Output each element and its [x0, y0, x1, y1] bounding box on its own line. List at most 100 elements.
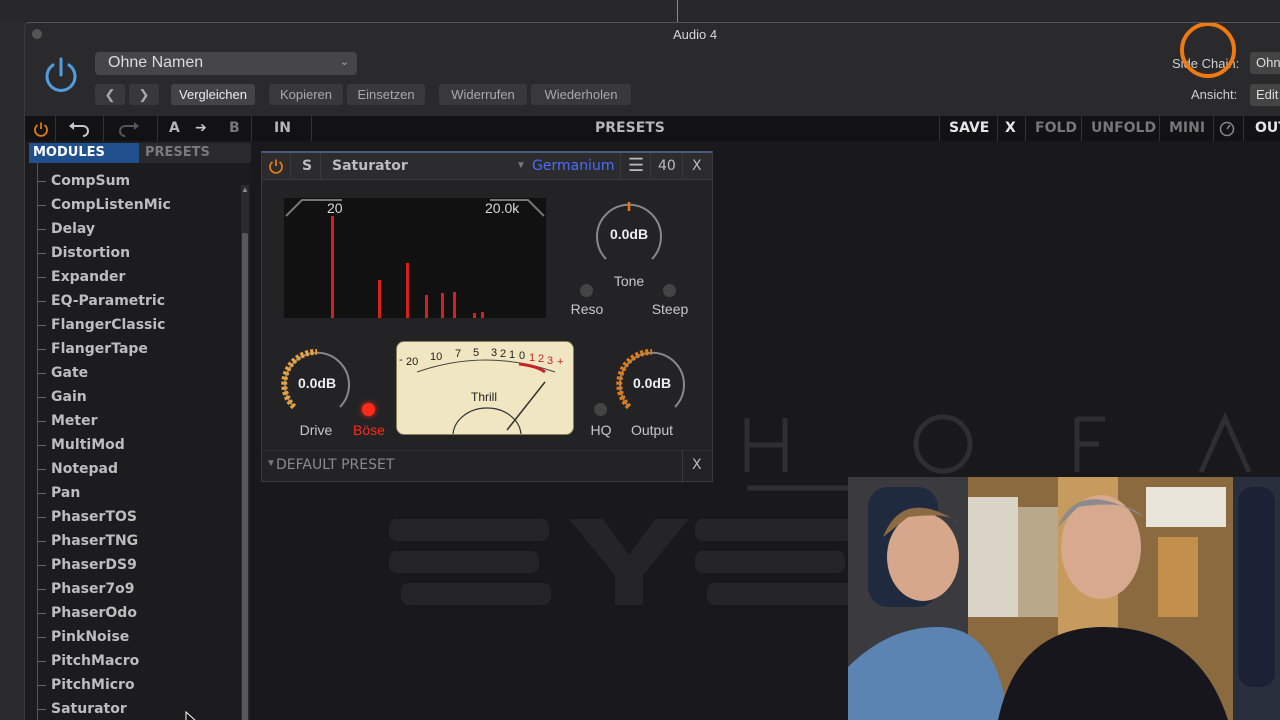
module-list-item[interactable]: PinkNoise [25, 626, 243, 650]
module-list-item[interactable]: Delay [25, 218, 243, 242]
undo-button[interactable]: Widerrufen [439, 84, 527, 105]
module-list-item[interactable]: Notepad [25, 458, 243, 482]
vu-tick-0: 0 [519, 350, 526, 362]
module-list-item[interactable]: PhaserTNG [25, 530, 243, 554]
preset-dropdown-icon[interactable]: ▼ [266, 458, 276, 469]
redo-button[interactable]: Wiederholen [531, 84, 631, 105]
module-list-item[interactable]: PhaserDS9 [25, 554, 243, 578]
default-preset-label[interactable]: DEFAULT PRESET [276, 457, 394, 473]
side-chain-select[interactable]: Ohne [1250, 52, 1280, 74]
module-list-item[interactable]: CompSum [25, 170, 243, 194]
next-preset-button[interactable]: ❯ [129, 84, 159, 105]
module-power-icon[interactable] [268, 158, 284, 174]
scroll-thumb[interactable] [242, 233, 248, 720]
unfold-button[interactable]: UNFOLD [1091, 120, 1156, 136]
module-list-item[interactable]: PitchMicro [25, 674, 243, 698]
module-list-item[interactable]: PitchMacro [25, 650, 243, 674]
module-list-item[interactable]: MultiMod [25, 434, 243, 458]
module-list-label: Meter [51, 413, 98, 429]
module-list-item[interactable]: Pan [25, 482, 243, 506]
tree-branch [38, 469, 46, 470]
module-title: Saturator [332, 158, 408, 174]
close-button[interactable]: X [1005, 120, 1016, 136]
module-list-item[interactable]: Expander [25, 266, 243, 290]
freq-low-label[interactable]: 20 [327, 200, 343, 216]
scroll-up-icon[interactable]: ▲ [241, 185, 249, 194]
module-list-item[interactable]: Saturator [25, 698, 243, 720]
module-list-item[interactable]: Meter [25, 410, 243, 434]
vu-tick-r1: 1 [529, 352, 536, 364]
boese-toggle[interactable] [362, 403, 375, 416]
vu-tick-1: 1 [509, 349, 516, 361]
drive-label: Drive [299, 422, 333, 438]
preset-close-button[interactable]: X [692, 457, 702, 473]
tree-branch [38, 613, 46, 614]
module-list-item[interactable]: PhaserTOS [25, 506, 243, 530]
mini-button[interactable]: MINI [1169, 120, 1205, 136]
module-close-button[interactable]: X [692, 158, 702, 174]
ab-b-button[interactable]: B [229, 120, 240, 136]
module-list-label: Gate [51, 365, 89, 381]
paste-button[interactable]: Einsetzen [347, 84, 425, 105]
module-list-label: PhaserTOS [51, 509, 137, 525]
view-label: Ansicht: [1191, 87, 1238, 102]
divider [677, 0, 678, 22]
spectrum-bar [453, 292, 456, 318]
mode-dropdown-icon[interactable]: ▼ [516, 160, 526, 171]
vu-tick-7: 7 [455, 348, 462, 360]
copy-button[interactable]: Kopieren [269, 84, 343, 105]
steep-label: Steep [651, 301, 689, 317]
tree-branch [38, 541, 46, 542]
presets-button[interactable]: PRESETS [595, 120, 665, 136]
compare-button[interactable]: Vergleichen [171, 84, 255, 105]
hq-toggle[interactable] [594, 403, 607, 416]
module-list-label: Phaser7o9 [51, 581, 135, 597]
module-list-label: Gain [51, 389, 87, 405]
module-list-item[interactable]: FlangerClassic [25, 314, 243, 338]
tree-branch [38, 349, 46, 350]
save-button[interactable]: SAVE [949, 120, 989, 136]
module-list-item[interactable]: PhaserOdo [25, 602, 243, 626]
module-list-item[interactable]: Gate [25, 362, 243, 386]
module-list-item[interactable]: FlangerTape [25, 338, 243, 362]
reso-toggle[interactable] [580, 284, 593, 297]
menu-icon[interactable]: ☰ [628, 155, 644, 176]
input-button[interactable]: IN [274, 120, 291, 136]
freq-high-label[interactable]: 20.0k [485, 200, 519, 216]
redo-icon[interactable] [117, 121, 141, 137]
tree-branch [38, 325, 46, 326]
tab-presets[interactable]: PRESETS [139, 143, 251, 163]
mode-select[interactable]: Germanium [532, 158, 614, 174]
module-list-label: CompListenMic [51, 197, 171, 213]
bypass-power-icon[interactable] [41, 55, 81, 95]
prev-preset-button[interactable]: ❮ [95, 84, 125, 105]
module-list-item[interactable]: Distortion [25, 242, 243, 266]
tab-modules[interactable]: MODULES [29, 143, 139, 163]
tree-branch [38, 373, 46, 374]
power-icon[interactable] [33, 121, 49, 137]
chevron-down-icon: ⌄ [339, 56, 349, 68]
module-list-item[interactable]: EQ-Parametric [25, 290, 243, 314]
undo-icon[interactable] [67, 121, 91, 137]
solo-button[interactable]: S [302, 158, 312, 174]
module-list: CompSum CompListenMic Delay Distortion Expan… [25, 163, 243, 720]
ab-a-button[interactable]: A [169, 120, 180, 136]
module-list-item[interactable]: Phaser7o9 [25, 578, 243, 602]
output-button[interactable]: OUT [1255, 120, 1280, 136]
sidebar-scrollbar[interactable]: ▲ [241, 185, 249, 720]
vu-minus: - [399, 354, 403, 366]
view-select[interactable]: Edit [1250, 84, 1280, 106]
screen: Audio 4 Ohne Namen ⌄ ❮ ❯ Vergleichen Kop… [0, 0, 1280, 720]
steep-toggle[interactable] [663, 284, 676, 297]
module-list-item[interactable]: CompListenMic [25, 194, 243, 218]
module-list-label: PitchMacro [51, 653, 140, 669]
meter-icon[interactable] [1219, 121, 1235, 137]
fold-button[interactable]: FOLD [1035, 120, 1077, 136]
module-list-item[interactable]: Gain [25, 386, 243, 410]
arrow-right-icon[interactable]: ➔ [195, 120, 207, 136]
spectrum-bar [406, 263, 409, 318]
window-title: Audio 4 [672, 27, 718, 42]
vu-tick-10: 10 [430, 351, 443, 363]
module-list-label: Distortion [51, 245, 131, 261]
preset-select[interactable]: Ohne Namen ⌄ [95, 52, 357, 75]
